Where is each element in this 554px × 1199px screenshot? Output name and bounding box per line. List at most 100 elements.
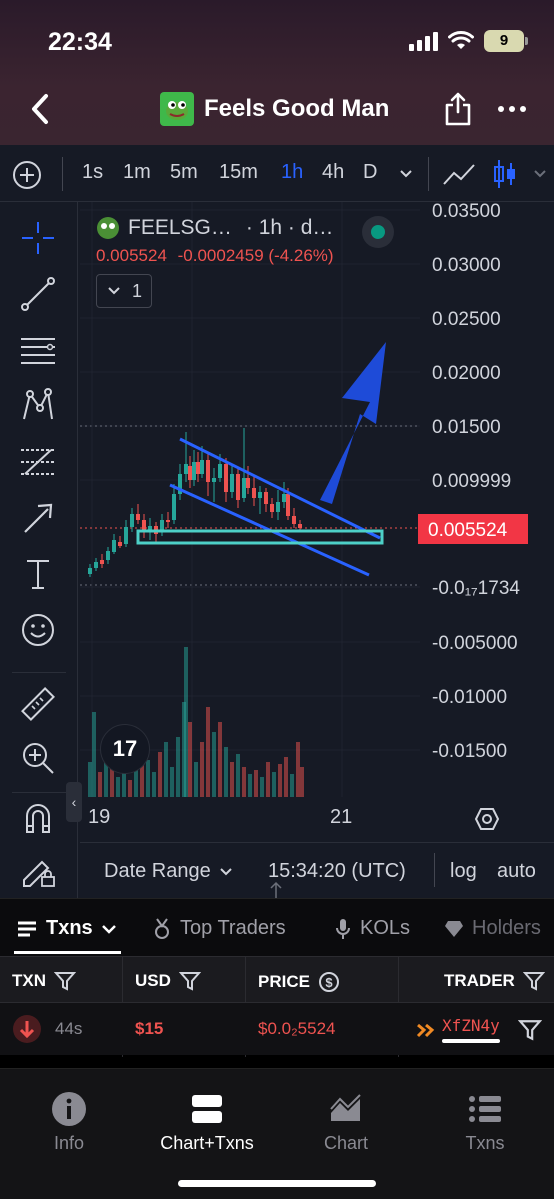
magnet-icon[interactable]	[18, 798, 58, 838]
volume-bar	[290, 774, 294, 797]
tab-kols[interactable]: KOLs	[334, 917, 410, 940]
dollar-toggle-icon[interactable]: $	[318, 971, 340, 993]
home-indicator	[178, 1180, 376, 1187]
price-label: 0.03500	[432, 202, 501, 222]
timeframe-4h[interactable]: 4h	[322, 161, 344, 184]
nav-chart[interactable]: Chart	[286, 1091, 406, 1154]
nav-label: Chart	[323, 1133, 368, 1153]
data-tabs: Txns Top Traders KOLs Holders	[0, 898, 554, 956]
timeframe-1m[interactable]: 1m	[123, 161, 151, 184]
timeframe-15m[interactable]: 15m	[219, 161, 258, 184]
trader-address[interactable]: XfZN4y	[442, 1016, 500, 1035]
toolbar-divider	[428, 157, 429, 191]
tab-txns[interactable]: Txns	[16, 917, 117, 940]
column-txn[interactable]: TXN	[12, 971, 76, 991]
volume-bar	[206, 707, 210, 797]
trend-line-icon[interactable]	[18, 274, 58, 314]
price-label: 0.02500	[432, 309, 501, 330]
nav-label: Info	[53, 1133, 85, 1153]
toolbar-divider	[62, 157, 63, 191]
fib-retracement-icon[interactable]	[18, 442, 58, 482]
candlestick-icon[interactable]	[492, 157, 518, 191]
status-indicators: 9	[409, 30, 528, 52]
share-icon[interactable]	[444, 92, 472, 126]
candle	[184, 464, 188, 474]
column-price[interactable]: PRICE $	[258, 971, 340, 993]
crosshair-icon[interactable]	[18, 218, 58, 258]
title-bar: Feels Good Man	[160, 92, 389, 126]
volume-bar	[116, 777, 120, 797]
auto-scale-toggle[interactable]: auto	[497, 860, 536, 883]
volume-bar	[152, 772, 156, 797]
trader-volume-bar	[442, 1039, 500, 1043]
column-label: TRADER	[444, 971, 515, 990]
text-tool-icon[interactable]	[18, 554, 58, 594]
filter-icon[interactable]	[518, 1019, 542, 1041]
tab-top-traders[interactable]: Top Traders	[152, 917, 286, 940]
candle	[196, 462, 200, 474]
token-avatar	[160, 92, 194, 126]
volume-bar	[170, 767, 174, 797]
timeframe-1h[interactable]: 1h	[281, 161, 303, 184]
zoom-in-icon[interactable]	[18, 738, 58, 778]
more-options-icon[interactable]	[498, 106, 528, 114]
nav-txns[interactable]: Txns	[425, 1091, 545, 1154]
chevron-down-icon	[108, 287, 120, 295]
lock-drawings-icon[interactable]	[18, 850, 58, 890]
pattern-icon[interactable]	[18, 386, 58, 426]
filter-icon[interactable]	[522, 971, 545, 991]
line-chart-icon[interactable]	[442, 159, 476, 189]
support-box	[136, 529, 384, 545]
txn-age: 44s	[55, 1019, 83, 1038]
emoji-icon[interactable]	[18, 610, 58, 650]
timeframe-1s[interactable]: 1s	[82, 161, 103, 184]
arrow-tool-icon[interactable]	[18, 498, 58, 538]
candle	[172, 494, 176, 520]
chevron-down-icon	[101, 924, 116, 934]
candle	[188, 466, 192, 480]
horizontal-lines-icon[interactable]	[18, 330, 58, 370]
volume-bar	[224, 747, 228, 797]
add-indicator-icon[interactable]	[12, 160, 42, 190]
txn-usd: $15	[135, 1019, 164, 1038]
chevron-down-icon[interactable]	[532, 167, 548, 181]
candle	[94, 562, 98, 568]
chart-footer: Date Range 15:34:20 (UTC) log auto	[80, 842, 554, 913]
split-view-icon	[192, 1095, 222, 1123]
tab-label: KOLs	[360, 917, 411, 939]
table-row[interactable]: 44s $15 $0.0₂5524 XfZN4y	[0, 1003, 554, 1055]
candle	[230, 474, 234, 492]
volume-bar	[278, 764, 282, 797]
nav-chart-txns[interactable]: Chart+Txns	[147, 1091, 267, 1154]
medal-icon	[155, 917, 169, 939]
volume-bar	[92, 712, 96, 797]
log-scale-toggle[interactable]: log	[450, 860, 477, 883]
ruler-icon[interactable]	[18, 684, 58, 724]
legend-change: -0.0002459 (-4.26%)	[177, 246, 334, 265]
timeframe-5m[interactable]: 5m	[170, 161, 198, 184]
candle	[282, 494, 286, 502]
chevron-down-icon[interactable]	[398, 167, 414, 181]
tool-divider	[12, 672, 66, 673]
price-chart[interactable]: 0.03500 0.03000 0.02500 0.02000 0.01500 0.009…	[80, 202, 554, 842]
candle	[136, 514, 140, 520]
timeframe-D[interactable]: D	[363, 161, 377, 184]
chart-settings-icon[interactable]	[474, 806, 500, 832]
filter-icon[interactable]	[178, 971, 201, 991]
column-trader[interactable]: TRADER	[444, 971, 545, 991]
frog-icon	[166, 101, 188, 120]
user-drawings	[136, 342, 386, 577]
back-arrow-icon[interactable]	[28, 92, 52, 126]
nav-info[interactable]: Info	[9, 1091, 129, 1154]
column-label: USD	[135, 971, 171, 990]
utc-clock[interactable]: 15:34:20 (UTC)	[268, 860, 406, 883]
filter-icon[interactable]	[54, 971, 76, 991]
volume-bar	[254, 770, 258, 797]
candle	[118, 542, 122, 546]
date-range-button[interactable]: Date Range	[104, 860, 233, 883]
column-usd[interactable]: USD	[135, 971, 201, 991]
collapse-indicators-button[interactable]: 1	[96, 274, 152, 308]
candle	[206, 460, 210, 482]
tab-holders[interactable]: Holders	[444, 917, 541, 940]
chevron-down-icon	[220, 867, 232, 875]
